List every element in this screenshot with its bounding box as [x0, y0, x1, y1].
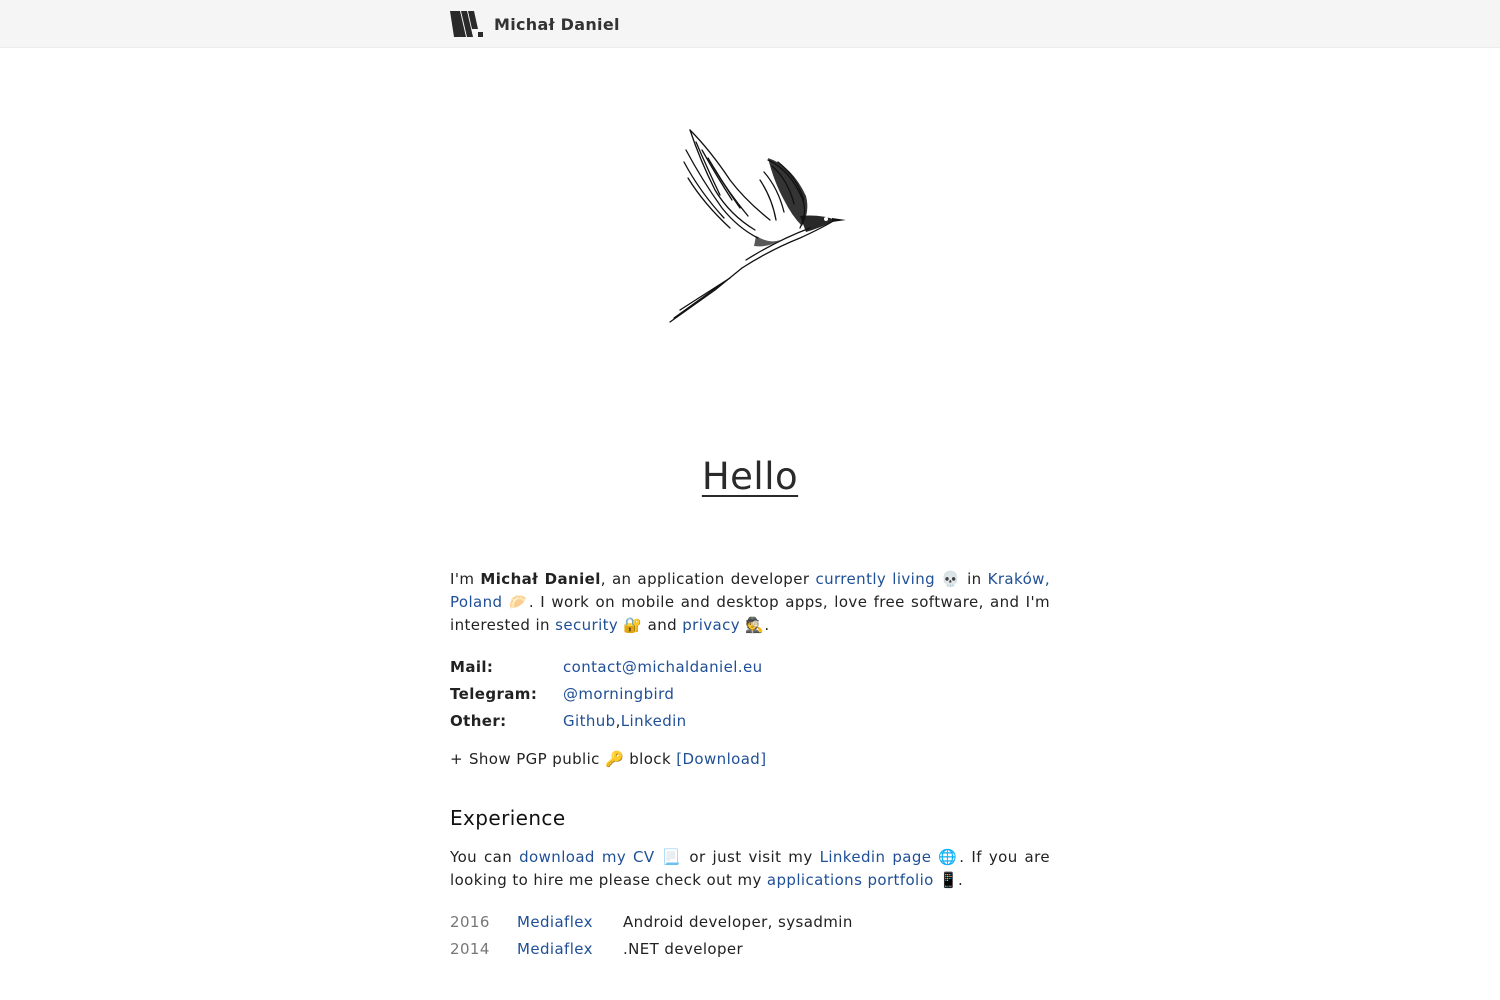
md-logo-icon	[450, 11, 483, 37]
intro-text: .	[764, 616, 770, 634]
linkedin-page-link[interactable]: Linkedin page	[820, 848, 932, 866]
brand-name[interactable]: Michał Daniel	[494, 15, 620, 34]
job-company-link[interactable]: Mediaflex	[517, 940, 623, 958]
download-cv-link[interactable]: download my CV	[519, 848, 654, 866]
globe-icon: 🌐	[938, 848, 960, 866]
contact-list: Mail: contact@michaldaniel.eu Telegram: …	[450, 653, 1050, 734]
job-row: 2014 Mediaflex .NET developer	[450, 935, 1050, 962]
other-label: Other:	[450, 711, 507, 730]
job-row: 2016 Mediaflex Android developer, sysadm…	[450, 908, 1050, 935]
pgp-text[interactable]: Show PGP public	[469, 750, 605, 768]
currently-living-link[interactable]: currently living	[815, 570, 935, 588]
intro-text: in	[961, 570, 988, 588]
contact-row-telegram: Telegram: @morningbird	[450, 680, 1050, 707]
intro-text: I'm	[450, 570, 481, 588]
contact-row-other: Other: Github, Linkedin	[450, 707, 1050, 734]
main-content: I'm Michał Daniel, an application develo…	[450, 568, 1050, 962]
expand-toggle-icon[interactable]: +	[450, 750, 463, 768]
portfolio-link[interactable]: applications portfolio	[767, 871, 934, 889]
author-name: Michał Daniel	[480, 570, 601, 588]
document-icon: 📃	[661, 848, 683, 866]
brand-link[interactable]: Michał Daniel	[450, 10, 620, 38]
experience-text: or just visit my	[682, 848, 820, 866]
page-title[interactable]: Hello	[702, 455, 798, 498]
job-role: .NET developer	[623, 939, 744, 958]
intro-paragraph: I'm Michał Daniel, an application develo…	[450, 568, 1050, 637]
dumpling-icon: 🥟	[508, 593, 529, 611]
privacy-link[interactable]: privacy	[682, 616, 740, 634]
job-role: Android developer, sysadmin	[623, 912, 853, 931]
job-company-link[interactable]: Mediaflex	[517, 913, 623, 931]
pgp-text[interactable]: block	[624, 750, 676, 768]
telegram-link[interactable]: @morningbird	[563, 685, 674, 703]
pgp-block-toggle[interactable]: + Show PGP public 🔑 block [Download]	[450, 750, 1050, 768]
pgp-download-link[interactable]: [Download]	[676, 750, 766, 768]
experience-paragraph: You can download my CV 📃 or just visit m…	[450, 846, 1050, 892]
swallow-bird-illustration	[669, 129, 846, 323]
job-year: 2014	[450, 939, 490, 958]
mail-link[interactable]: contact@michaldaniel.eu	[563, 658, 763, 676]
intro-text: and	[642, 616, 683, 634]
key-icon: 🔑	[605, 750, 625, 768]
mail-label: Mail:	[450, 657, 494, 676]
jobs-list: 2016 Mediaflex Android developer, sysadm…	[450, 908, 1050, 962]
experience-text: .	[958, 871, 964, 889]
security-link[interactable]: security	[555, 616, 618, 634]
github-link[interactable]: Github	[563, 712, 616, 730]
job-year: 2016	[450, 912, 490, 931]
phone-icon: 📱	[938, 871, 959, 889]
experience-text: You can	[450, 848, 520, 866]
intro-text: , an application developer	[600, 570, 816, 588]
top-bar: Michał Daniel	[0, 0, 1500, 48]
telegram-label: Telegram:	[450, 684, 538, 703]
hello-section: Hello	[0, 455, 1500, 498]
experience-heading: Experience	[450, 806, 566, 830]
contact-row-mail: Mail: contact@michaldaniel.eu	[450, 653, 1050, 680]
skull-icon: 💀	[941, 570, 962, 588]
detective-icon: 🕵	[745, 616, 765, 634]
linkedin-link[interactable]: Linkedin	[621, 712, 687, 730]
lock-icon: 🔐	[623, 616, 643, 634]
